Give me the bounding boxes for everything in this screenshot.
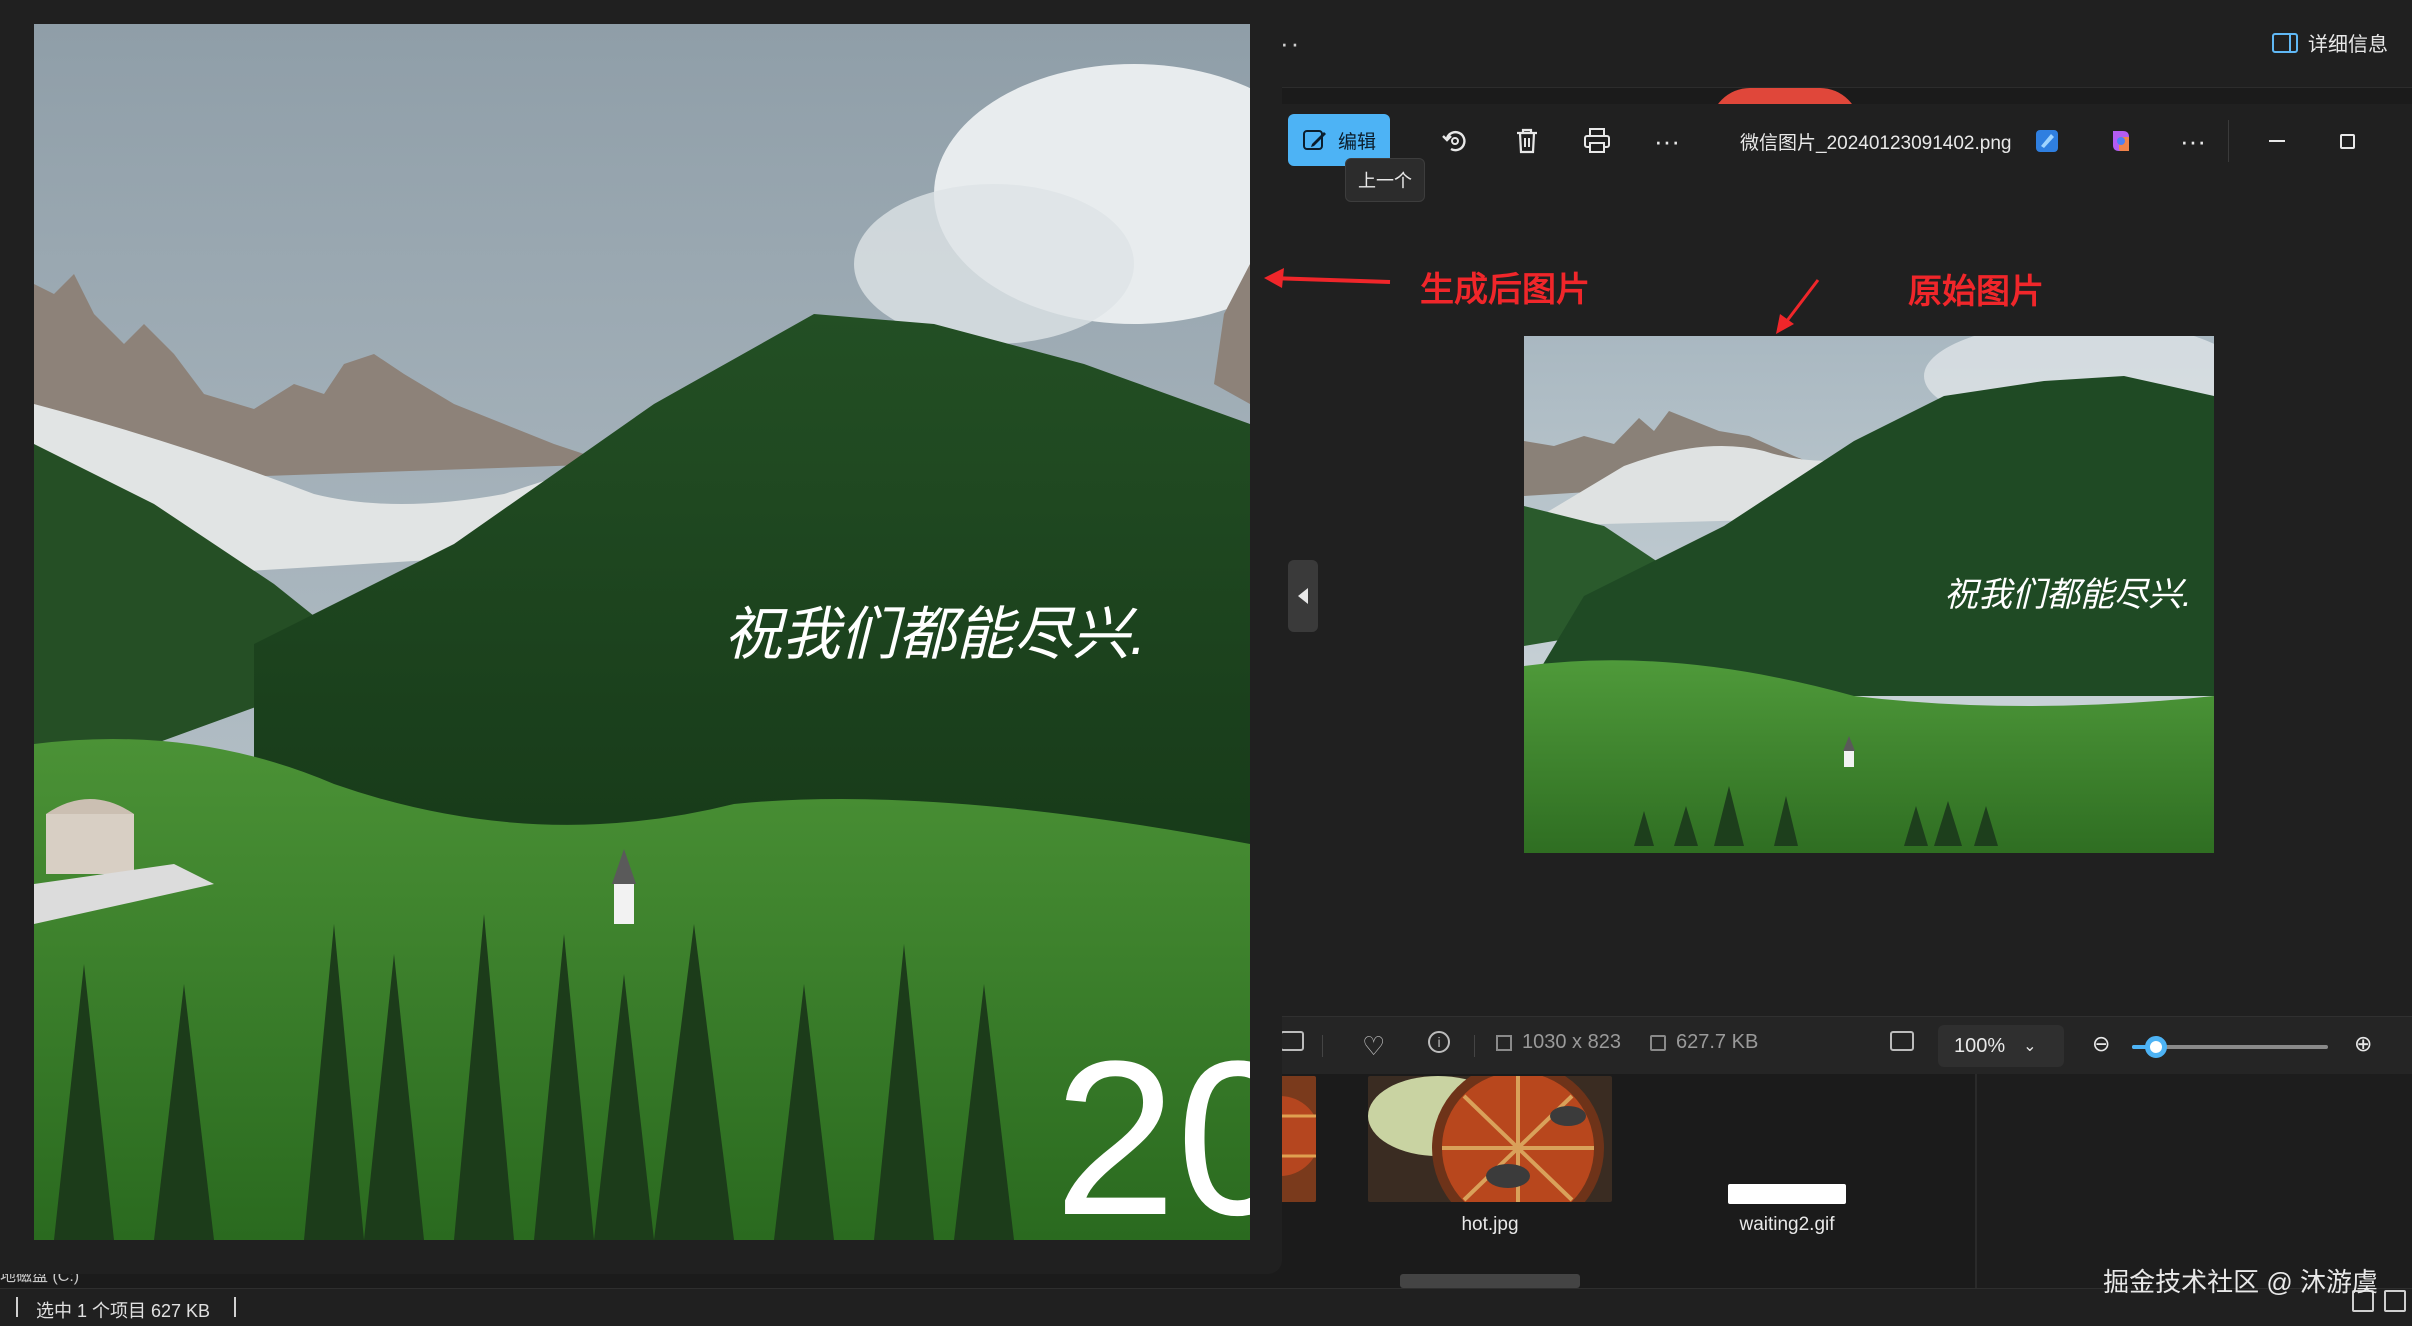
maximize-icon bbox=[2339, 133, 2355, 149]
image-dimensions: 1030 x 823 bbox=[1522, 1031, 1621, 1053]
dimensions-info: 1030 x 823 bbox=[1496, 1031, 1621, 1054]
generated-image-window: 祝我们都能尽兴. 20 bbox=[0, 0, 1282, 1274]
image-size-icon bbox=[1496, 1034, 1512, 1051]
hotpot-thumbnail bbox=[1368, 1076, 1612, 1202]
generated-landscape-photo: 祝我们都能尽兴. 20 bbox=[34, 24, 1250, 1240]
printer-icon bbox=[1584, 128, 1610, 153]
thumbnail-waiting2-gif[interactable] bbox=[1728, 1184, 1846, 1204]
filmstrip-toggle[interactable] bbox=[1280, 1031, 1304, 1051]
info-button[interactable]: i bbox=[1428, 1031, 1450, 1053]
status-divider bbox=[1322, 1035, 1323, 1057]
maximize-button[interactable] bbox=[2322, 116, 2372, 166]
zoom-value: 100% bbox=[1954, 1034, 2006, 1057]
status-divider bbox=[1474, 1035, 1475, 1057]
copilot-icon bbox=[2113, 131, 2129, 151]
file-size: 627.7 KB bbox=[1676, 1031, 1759, 1053]
generated-image-label: 生成后图片 bbox=[1420, 271, 1590, 309]
filmstrip: hot.jpg waiting2.gif bbox=[1270, 1074, 1974, 1288]
more-options-icon[interactable]: ··· bbox=[2168, 116, 2218, 166]
generated-image: 祝我们都能尽兴. 20 bbox=[34, 24, 1250, 1240]
tiles-view-icon[interactable] bbox=[2384, 1290, 2406, 1312]
save-icon bbox=[1650, 1034, 1666, 1051]
filesize-info: 627.7 KB bbox=[1650, 1031, 1758, 1054]
edit-button-label: 编辑 bbox=[1338, 131, 1377, 153]
zoom-slider-knob[interactable] bbox=[2144, 1036, 2167, 1058]
zoom-in-button[interactable]: ⊕ bbox=[2354, 1031, 2372, 1057]
generated-year-text: 20 bbox=[1054, 1015, 1250, 1240]
previous-tooltip: 上一个 bbox=[1345, 158, 1425, 202]
original-image: 祝我们都能尽兴. bbox=[1524, 336, 2214, 853]
favorite-button[interactable]: ♡ bbox=[1362, 1031, 1385, 1062]
file-name: 微信图片_20240123091402.png bbox=[1740, 133, 2012, 154]
minimize-icon bbox=[2269, 140, 2285, 142]
info-icon: i bbox=[1428, 1031, 1450, 1053]
details-pane-header: ·· 详细信息 bbox=[1270, 0, 2412, 88]
landscape-photo: 祝我们都能尽兴. bbox=[1524, 336, 2214, 853]
minimize-button[interactable] bbox=[2252, 116, 2302, 166]
thumbnail-label: hot.jpg bbox=[1461, 1214, 1519, 1235]
zoom-slider[interactable] bbox=[2132, 1036, 2328, 1058]
zoom-out-icon: ⊖ bbox=[2092, 1031, 2111, 1056]
details-button[interactable]: 详细信息 bbox=[2272, 28, 2388, 57]
filmstrip-icon bbox=[1280, 1031, 1304, 1051]
chevron-down-icon: ⌄ bbox=[2023, 1038, 2037, 1055]
watermark: 掘金技术社区 @ 沐游虞 bbox=[2103, 1267, 2378, 1297]
details-panel-icon bbox=[2272, 32, 2298, 53]
details-pane-area bbox=[1975, 1074, 2412, 1288]
details-button-label: 详细信息 bbox=[2308, 34, 2388, 56]
chevron-left-icon bbox=[1298, 588, 1308, 604]
more-options-icon[interactable]: ·· bbox=[1280, 28, 1301, 59]
status-separator bbox=[234, 1297, 236, 1317]
rotate-button[interactable] bbox=[1430, 116, 1480, 166]
original-calligraphy: 祝我们都能尽兴. bbox=[1944, 576, 2191, 614]
thumbnail-hot-jpg[interactable] bbox=[1368, 1076, 1612, 1202]
trash-icon bbox=[1517, 128, 1537, 154]
fit-window-icon bbox=[1890, 1031, 1914, 1051]
edit-image-icon bbox=[1303, 130, 1326, 150]
zoom-dropdown[interactable]: 100% ⌄ bbox=[1938, 1025, 2064, 1067]
explorer-status-bar: 选中 1 个项目 627 KB bbox=[0, 1288, 2412, 1326]
selection-status: 选中 1 个项目 627 KB bbox=[36, 1301, 211, 1321]
zoom-out-button[interactable]: ⊖ bbox=[2092, 1031, 2110, 1057]
toolbar-divider bbox=[2228, 120, 2229, 162]
zoom-in-icon: ⊕ bbox=[2354, 1031, 2373, 1056]
more-actions-icon[interactable]: ··· bbox=[1642, 116, 1692, 166]
filmstrip-scrollbar[interactable] bbox=[1400, 1274, 1580, 1288]
paint-app-icon bbox=[2036, 130, 2058, 152]
viewer-toolbar: 编辑 ··· 微信图片_20240123091402.png ··· bbox=[1270, 104, 2412, 176]
fit-to-window-button[interactable] bbox=[1890, 1031, 1914, 1051]
rotate-icon bbox=[1442, 131, 1466, 152]
edit-with-app-button[interactable] bbox=[2022, 116, 2072, 166]
generated-calligraphy: 祝我们都能尽兴. bbox=[724, 602, 1146, 667]
viewer-status-bar: ♡ i 1030 x 823 627.7 KB 100% ⌄ ⊖ ⊕ bbox=[1270, 1016, 2412, 1074]
thumbnail-label: waiting2.gif bbox=[1739, 1214, 1835, 1235]
previous-image-button[interactable] bbox=[1288, 560, 1318, 632]
copilot-button[interactable] bbox=[2096, 116, 2146, 166]
heart-icon: ♡ bbox=[1362, 1031, 1386, 1061]
status-separator bbox=[16, 1297, 18, 1317]
delete-button[interactable] bbox=[1502, 116, 1552, 166]
print-button[interactable] bbox=[1572, 116, 1622, 166]
original-image-label: 原始图片 bbox=[1908, 273, 2044, 311]
